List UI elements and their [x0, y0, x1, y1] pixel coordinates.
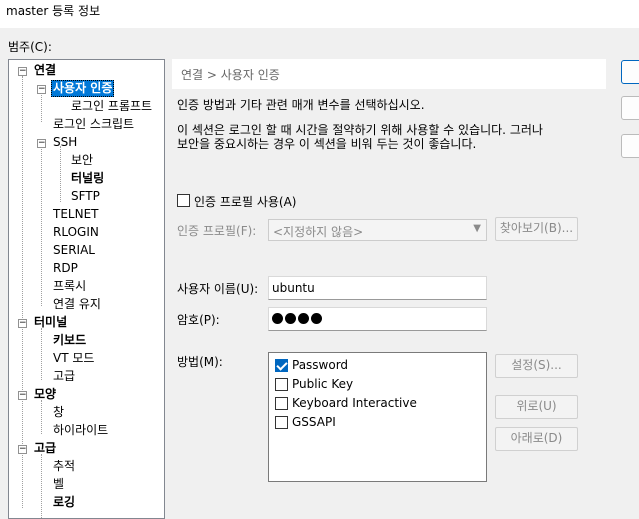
category-label: 범주(C):	[8, 40, 52, 54]
profile-label: 인증 프로필(F):	[177, 224, 257, 238]
tree-item-window[interactable]: 창	[53, 404, 64, 421]
method-password-checkbox[interactable]	[275, 359, 288, 372]
tree-item-security[interactable]: 보안	[71, 152, 93, 169]
tree-item-terminal-advanced[interactable]: 고급	[53, 368, 75, 385]
method-public-key-label: Public Key	[292, 377, 354, 391]
tree-expander-connection[interactable]: −	[18, 67, 27, 76]
tree-item-ssh[interactable]: SSH	[53, 134, 77, 151]
profile-select-value: <지정하지 않음>	[273, 225, 364, 239]
method-gssapi-label: GSSAPI	[292, 415, 336, 429]
tree-item-login-script[interactable]: 로그인 스크립트	[53, 116, 134, 133]
method-gssapi-checkbox[interactable]	[275, 416, 288, 429]
method-keyboard-interactive-checkbox[interactable]	[275, 397, 288, 410]
move-up-button[interactable]: 위로(U)	[495, 395, 578, 419]
tree-item-proxy[interactable]: 프록시	[53, 278, 86, 295]
tree-item-sftp[interactable]: SFTP	[71, 188, 100, 205]
username-input[interactable]: ubuntu	[268, 276, 487, 300]
method-password-label: Password	[292, 358, 349, 372]
tree-item-trace[interactable]: 추적	[53, 458, 75, 475]
password-dot	[311, 313, 322, 324]
ok-button[interactable]	[621, 60, 639, 84]
password-label: 암호(P):	[177, 313, 220, 327]
tree-item-terminal[interactable]: 터미널	[34, 314, 67, 331]
move-down-button[interactable]: 아래로(D)	[495, 427, 578, 451]
method-public-key-checkbox[interactable]	[275, 378, 288, 391]
tree-item-login-prompt[interactable]: 로그인 프롬프트	[71, 98, 152, 115]
method-label: 방법(M):	[177, 355, 223, 369]
tree-expander-appearance[interactable]: −	[18, 391, 27, 400]
password-mask	[272, 313, 324, 327]
profile-select[interactable]: <지정하지 않음> ▼	[268, 219, 487, 241]
username-label: 사용자 이름(U):	[177, 282, 259, 296]
browse-button[interactable]: 찾아보기(B)...	[495, 217, 578, 241]
tree-item-keyboard[interactable]: 키보드	[53, 332, 86, 349]
window-title: master 등록 정보	[6, 4, 101, 18]
tree-item-vt-mode[interactable]: VT 모드	[53, 350, 94, 367]
tree-item-rdp[interactable]: RDP	[53, 260, 78, 277]
tree-item-connection[interactable]: 연결	[34, 62, 56, 79]
tree-item-logging[interactable]: 로깅	[53, 494, 75, 511]
tree-expander-advanced[interactable]: −	[18, 445, 27, 454]
tree-item-telnet[interactable]: TELNET	[53, 206, 99, 223]
tree-expander-ssh[interactable]: −	[37, 139, 46, 148]
description-line-2: 보안을 중요시하는 경우 이 섹션을 비워 두는 것이 좋습니다.	[177, 137, 477, 151]
help-button[interactable]	[621, 134, 639, 158]
username-value: ubuntu	[272, 281, 315, 295]
breadcrumb: 연결 > 사용자 인증	[181, 68, 280, 82]
tree-item-highlight[interactable]: 하이라이트	[53, 422, 108, 439]
method-list[interactable]: Password Public Key Keyboard Interactive…	[268, 352, 487, 482]
tree-item-rlogin[interactable]: RLOGIN	[53, 224, 99, 241]
tree-item-bell[interactable]: 벨	[53, 476, 64, 493]
password-dot	[272, 313, 283, 324]
cancel-button[interactable]	[621, 96, 639, 120]
tree-item-advanced[interactable]: 고급	[34, 440, 56, 457]
description-text: 인증 방법과 기타 관련 매개 변수를 선택하십시오.	[177, 98, 425, 112]
panel-header: 연결 > 사용자 인증	[172, 59, 606, 89]
password-input[interactable]	[268, 307, 487, 331]
settings-button[interactable]: 설정(S)...	[495, 354, 578, 378]
tree-expander-terminal[interactable]: −	[18, 319, 27, 328]
method-keyboard-interactive-label: Keyboard Interactive	[292, 396, 417, 410]
tree-item-keepalive[interactable]: 연결 유지	[53, 296, 101, 313]
use-profile-checkbox[interactable]	[177, 194, 190, 207]
tree-item-serial[interactable]: SERIAL	[53, 242, 95, 259]
tree-expander-user-auth[interactable]: −	[37, 85, 46, 94]
tree-item-tunneling[interactable]: 터널링	[71, 170, 104, 187]
password-dot	[285, 313, 296, 324]
tree-item-appearance[interactable]: 모양	[34, 386, 56, 403]
title-bar: master 등록 정보	[0, 0, 639, 28]
use-profile-label: 인증 프로필 사용(A)	[194, 195, 297, 209]
password-dot	[298, 313, 309, 324]
category-tree[interactable]: − 연결 − 사용자 인증 로그인 프롬프트 로그인 스크립트 − SSH 보안…	[8, 59, 165, 519]
tree-item-user-auth[interactable]: 사용자 인증	[51, 80, 115, 97]
chevron-down-icon: ▼	[473, 223, 481, 234]
